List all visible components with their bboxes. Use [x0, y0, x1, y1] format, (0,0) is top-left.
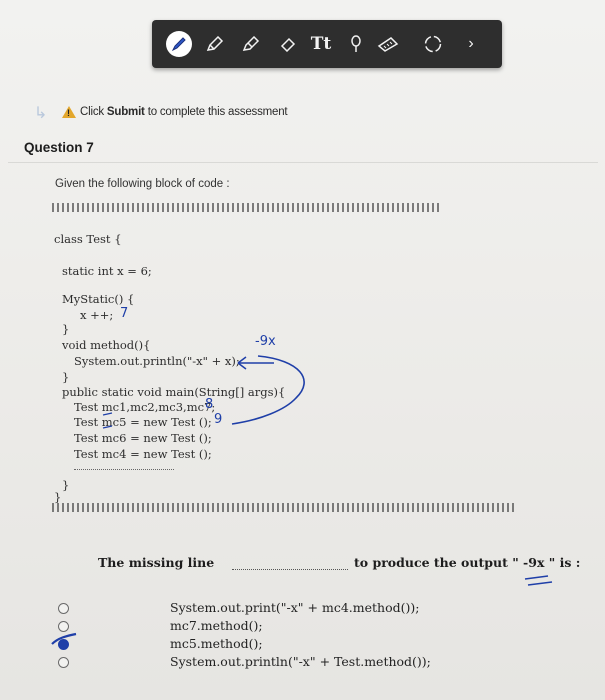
option-row[interactable]: System.out.println("-x" + Test.method())…: [58, 654, 478, 672]
missing-line-prefix: The missing line: [98, 555, 215, 570]
option-label: mc5.method();: [170, 636, 263, 651]
option-label: System.out.print("-x" + mc4.method());: [170, 600, 420, 615]
handwritten-annotation-strokes: [102, 355, 553, 586]
option-label: System.out.println("-x" + Test.method())…: [170, 654, 431, 669]
selection-checkmark-stroke: [51, 632, 77, 645]
page: Tt › ↳ Click Submit to complete this ass…: [0, 0, 605, 700]
option-radio[interactable]: [58, 657, 69, 668]
option-row[interactable]: mc7.method();: [58, 618, 478, 636]
option-row[interactable]: mc5.method();: [58, 636, 478, 654]
option-radio[interactable]: [58, 603, 69, 614]
option-row[interactable]: System.out.print("-x" + mc4.method());: [58, 600, 478, 618]
missing-line-suffix: to produce the output " -9x " is :: [354, 555, 581, 570]
answer-blank: [232, 569, 348, 570]
option-label: mc7.method();: [170, 618, 263, 633]
asterisk-separator-bottom: [52, 503, 514, 512]
